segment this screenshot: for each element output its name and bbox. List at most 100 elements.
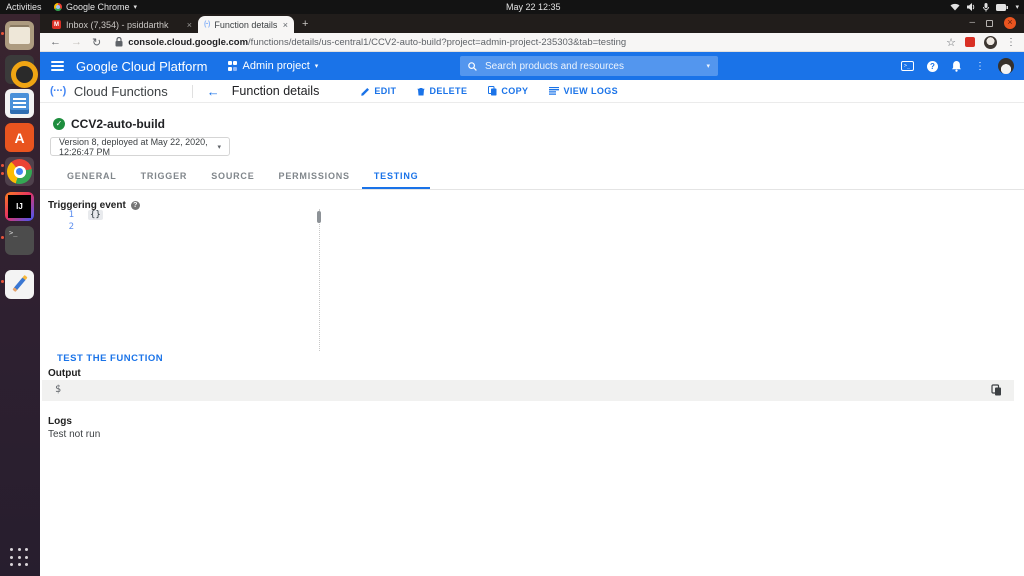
files-icon[interactable] bbox=[5, 21, 34, 50]
clock[interactable]: May 22 12:35 bbox=[506, 2, 561, 12]
status-ok-icon: ✓ bbox=[53, 118, 65, 130]
line-number: 2 bbox=[68, 222, 74, 232]
back-arrow-icon[interactable]: ← bbox=[207, 84, 220, 99]
wifi-icon bbox=[950, 3, 960, 11]
gcp-account-avatar[interactable] bbox=[998, 58, 1014, 74]
extension-icon[interactable] bbox=[965, 37, 975, 47]
restore-button[interactable] bbox=[986, 19, 993, 27]
window-controls: – × bbox=[969, 17, 1016, 29]
page-actions: EDIT DELETE COPY VIEW LOGS bbox=[361, 86, 618, 96]
output-label: Output bbox=[48, 368, 81, 379]
copy-button[interactable]: COPY bbox=[488, 86, 528, 96]
show-applications-icon[interactable] bbox=[10, 548, 30, 568]
function-status-row: ✓ CCV2-auto-build bbox=[53, 117, 165, 131]
editor-scrollbar[interactable] bbox=[317, 211, 321, 223]
chevron-down-icon: ▾ bbox=[133, 4, 138, 11]
copy-output-icon[interactable] bbox=[991, 384, 1002, 396]
terminal-icon[interactable]: >_ bbox=[5, 226, 34, 255]
editor-line: 1 {} bbox=[58, 209, 319, 221]
notification-dot bbox=[1, 236, 4, 239]
ubuntu-dock: A IJ >_ bbox=[0, 14, 40, 576]
new-tab-button[interactable]: + bbox=[302, 18, 308, 30]
minimize-button[interactable]: – bbox=[969, 18, 975, 28]
output-box: $ bbox=[42, 380, 1014, 401]
lock-icon bbox=[115, 37, 123, 47]
browser-menu-icon[interactable]: ⋮ bbox=[1006, 37, 1016, 48]
ubuntu-top-bar: Activities Google Chrome ▾ May 22 12:35 … bbox=[0, 0, 1024, 14]
notifications-bell-icon[interactable] bbox=[951, 60, 962, 72]
logs-label: Logs bbox=[48, 416, 72, 427]
project-selector[interactable]: Admin project ▾ bbox=[227, 60, 319, 72]
project-name: Admin project bbox=[242, 60, 310, 72]
tab-gmail-inbox[interactable]: M Inbox (7,354) - psiddarthk × bbox=[46, 16, 198, 33]
test-the-function-button[interactable]: TEST THE FUNCTION bbox=[57, 353, 163, 364]
reload-button[interactable]: ↻ bbox=[92, 36, 101, 49]
page-title: Function details bbox=[231, 84, 320, 98]
function-details-page: ✓ CCV2-auto-build Version 8, deployed at… bbox=[40, 103, 1024, 576]
editor-code: {} bbox=[88, 210, 103, 220]
output-prompt: $ bbox=[55, 384, 62, 395]
tab-title: Function details – Cloud F bbox=[214, 19, 278, 30]
battery-icon bbox=[996, 3, 1009, 11]
version-dropdown[interactable]: Version 8, deployed at May 22, 2020, 12:… bbox=[50, 136, 230, 157]
close-window-button[interactable]: × bbox=[1004, 17, 1016, 29]
activities-button[interactable]: Activities bbox=[6, 2, 42, 12]
ubuntu-software-icon[interactable]: A bbox=[5, 123, 34, 152]
google-chrome-icon[interactable] bbox=[5, 157, 34, 186]
gcp-overflow-menu-icon[interactable]: ⋮ bbox=[975, 61, 985, 72]
bookmark-star-icon[interactable]: ☆ bbox=[946, 36, 956, 49]
cloud-functions-favicon: (··) bbox=[204, 21, 210, 28]
edit-button[interactable]: EDIT bbox=[361, 86, 396, 96]
browser-profile-avatar[interactable] bbox=[984, 35, 997, 49]
chrome-logo bbox=[7, 159, 32, 184]
divider bbox=[191, 84, 193, 98]
chevron-down-icon: ▾ bbox=[314, 63, 319, 70]
rhythmbox-icon[interactable] bbox=[5, 55, 38, 88]
help-icon[interactable]: ? bbox=[927, 60, 938, 72]
version-dropdown-value: Version 8, deployed at May 22, 2020, 12:… bbox=[59, 136, 208, 157]
search-icon bbox=[468, 61, 477, 71]
browser-toolbar: ← → ↻ console.cloud.google.com/functions… bbox=[40, 33, 1024, 52]
back-button[interactable]: ← bbox=[50, 36, 61, 48]
gmail-favicon: M bbox=[52, 20, 61, 29]
app-menu[interactable]: Google Chrome ▾ bbox=[54, 2, 137, 12]
chevron-down-icon: ▾ bbox=[1015, 4, 1019, 11]
view-logs-button[interactable]: VIEW LOGS bbox=[549, 86, 618, 96]
intellij-idea-icon[interactable]: IJ bbox=[5, 192, 34, 221]
function-name: CCV2-auto-build bbox=[71, 117, 165, 131]
delete-button[interactable]: DELETE bbox=[417, 86, 467, 96]
tab-permissions[interactable]: PERMISSIONS bbox=[267, 164, 362, 189]
notification-dot bbox=[1, 172, 4, 175]
app-menu-label: Google Chrome bbox=[66, 2, 130, 12]
tab-testing[interactable]: TESTING bbox=[361, 164, 431, 189]
close-tab-icon[interactable]: × bbox=[187, 20, 192, 30]
product-name[interactable]: Cloud Functions bbox=[74, 84, 168, 99]
volume-icon bbox=[967, 3, 975, 11]
tab-source[interactable]: SOURCE bbox=[199, 164, 266, 189]
tab-general[interactable]: GENERAL bbox=[55, 164, 129, 189]
notification-dot bbox=[1, 32, 4, 35]
search-placeholder: Search products and resources bbox=[485, 60, 624, 72]
editor-line: 2 bbox=[58, 221, 319, 233]
close-tab-icon[interactable]: × bbox=[283, 20, 288, 30]
tab-title: Inbox (7,354) - psiddarthk bbox=[66, 19, 169, 30]
notification-dot bbox=[1, 164, 4, 167]
pencil-icon bbox=[361, 87, 370, 96]
tab-function-details[interactable]: (··) Function details – Cloud F × bbox=[198, 16, 294, 33]
gcp-search-bar[interactable]: Search products and resources ▾ bbox=[460, 56, 718, 76]
url-host[interactable]: console.cloud.google.com bbox=[128, 37, 248, 48]
triggering-event-editor[interactable]: 1 {} 2 bbox=[58, 209, 321, 351]
gcp-brand[interactable]: Google Cloud Platform bbox=[76, 59, 208, 74]
hamburger-menu-icon[interactable] bbox=[51, 61, 64, 71]
notification-dot bbox=[1, 280, 4, 283]
browser-tab-strip: M Inbox (7,354) - psiddarthk × (··) Func… bbox=[40, 14, 1024, 33]
libreoffice-writer-icon[interactable] bbox=[5, 89, 34, 118]
cloud-shell-icon[interactable]: >_ bbox=[901, 61, 914, 71]
logs-status-text: Test not run bbox=[48, 429, 101, 440]
text-editor-icon[interactable] bbox=[5, 270, 34, 299]
copy-icon bbox=[488, 86, 497, 96]
url-path[interactable]: /functions/details/us-central1/CCV2-auto… bbox=[248, 37, 626, 48]
tab-trigger[interactable]: TRIGGER bbox=[129, 164, 200, 189]
forward-button[interactable]: → bbox=[71, 36, 82, 48]
system-tray[interactable]: ▾ bbox=[950, 2, 1019, 12]
